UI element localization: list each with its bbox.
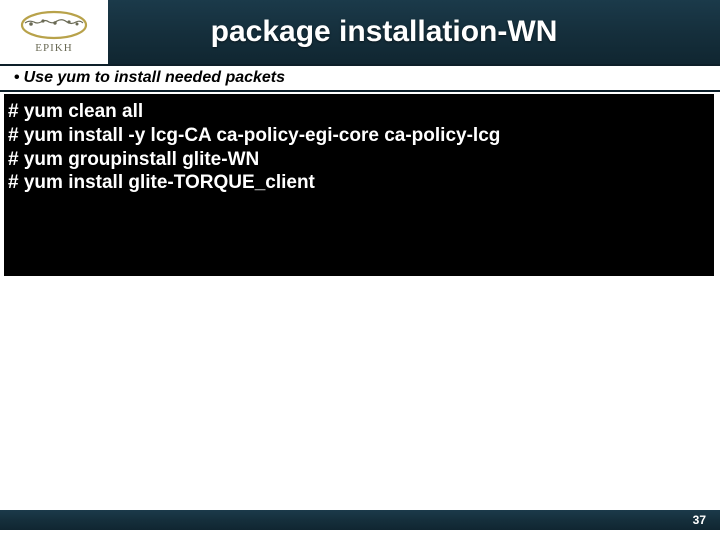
logo-text: EPIKH — [35, 42, 72, 54]
bullet-icon: • — [14, 69, 20, 86]
terminal-line: # yum install glite-TORQUE_client — [8, 171, 706, 195]
terminal-line: # yum install -y lcg-CA ca-policy-egi-co… — [8, 124, 706, 148]
slide-title: package installation-WN — [108, 15, 720, 49]
slide: EPIKH package installation-WN •Use yum t… — [0, 0, 720, 540]
header-bar: EPIKH package installation-WN — [0, 0, 720, 64]
logo: EPIKH — [0, 0, 108, 64]
logo-inner: EPIKH — [19, 10, 89, 54]
subheader-bar: •Use yum to install needed packets — [0, 64, 720, 92]
terminal-line: # yum groupinstall glite-WN — [8, 148, 706, 172]
terminal-block: # yum clean all # yum install -y lcg-CA … — [4, 94, 714, 276]
terminal-line: # yum clean all — [8, 100, 706, 124]
page-number: 37 — [693, 513, 706, 527]
globe-icon — [19, 10, 89, 40]
subheader-label: Use yum to install needed packets — [24, 69, 285, 86]
footer-bar: 37 — [0, 510, 720, 530]
subheader-text: •Use yum to install needed packets — [14, 69, 285, 87]
